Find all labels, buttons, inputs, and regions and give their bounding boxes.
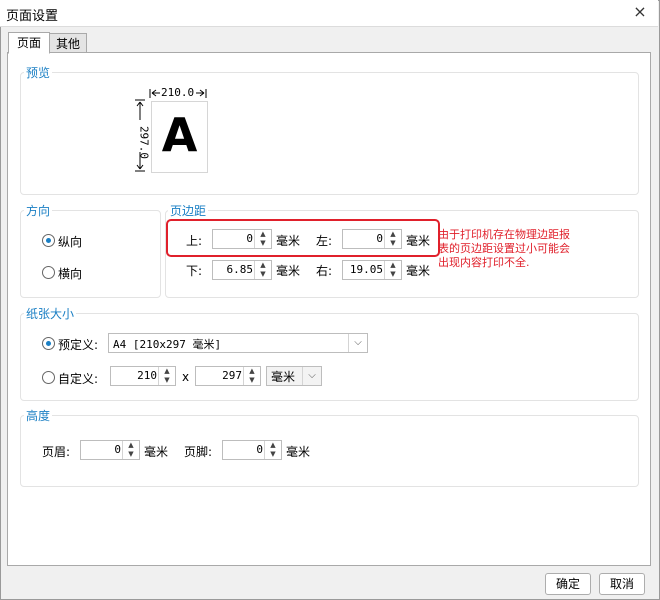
margin-top-unit: 毫米 — [276, 234, 301, 248]
footer-height-value[interactable]: 0 — [256, 443, 263, 456]
preview-group — [20, 72, 639, 195]
paper-predefined-select[interactable]: A4 [210x297 毫米] ⌵ — [108, 333, 368, 353]
title-bar: 页面设置 × — [0, 0, 658, 27]
chevron-up-icon[interactable]: ▲ — [255, 261, 271, 270]
paper-custom-height-stepper[interactable]: 297 ▲ ▼ — [195, 366, 261, 386]
margin-left-stepper[interactable]: 0 ▲ ▼ — [342, 229, 402, 249]
chevron-up-icon[interactable]: ▲ — [385, 230, 401, 239]
preview-letter: A — [161, 108, 198, 162]
orientation-group-label: 方向 — [24, 202, 53, 219]
paper-custom-height-value[interactable]: 297 — [222, 369, 242, 382]
ok-button[interactable]: 确定 — [545, 573, 591, 595]
margin-bottom-value[interactable]: 6.85 — [227, 263, 254, 276]
margins-group-label: 页边距 — [168, 202, 209, 219]
tab-other[interactable]: 其他 — [49, 33, 87, 54]
margin-bottom-unit: 毫米 — [276, 264, 301, 278]
margin-right-unit: 毫米 — [406, 264, 431, 278]
paper-custom-width-value[interactable]: 210 — [137, 369, 157, 382]
margin-right-label: 右: — [316, 264, 333, 278]
chevron-up-icon[interactable]: ▲ — [265, 441, 281, 450]
cancel-button[interactable]: 取消 — [599, 573, 645, 595]
chevron-down-icon[interactable]: ⌵ — [302, 367, 321, 385]
height-group-label: 高度 — [24, 407, 53, 424]
close-icon[interactable]: × — [630, 2, 650, 22]
chevron-up-icon[interactable]: ▲ — [385, 261, 401, 270]
paper-custom-radio[interactable] — [42, 371, 55, 384]
margin-top-stepper[interactable]: 0 ▲ ▼ — [212, 229, 272, 249]
margin-bottom-stepper[interactable]: 6.85 ▲ ▼ — [212, 260, 272, 280]
chevron-down-icon[interactable]: ▼ — [123, 450, 139, 459]
margin-warning-note: 由于打印机存在物理边距报表的页边距设置过小可能会出现内容打印不全. — [438, 228, 570, 269]
orientation-portrait-label[interactable]: 纵向 — [58, 233, 82, 250]
footer-height-unit: 毫米 — [286, 445, 311, 459]
margin-left-value[interactable]: 0 — [376, 232, 383, 245]
chevron-up-icon[interactable]: ▲ — [159, 367, 175, 376]
margin-bottom-label: 下: — [186, 264, 203, 278]
chevron-up-icon[interactable]: ▲ — [255, 230, 271, 239]
header-height-label: 页眉: — [42, 445, 71, 459]
header-height-stepper[interactable]: 0 ▲ ▼ — [80, 440, 140, 460]
paper-predefined-label[interactable]: 预定义: — [58, 336, 98, 353]
paper-custom-unit-select[interactable]: 毫米 ⌵ — [266, 366, 322, 386]
margin-top-label: 上: — [186, 234, 203, 248]
paper-size-group-label: 纸张大小 — [24, 305, 77, 322]
orientation-group — [20, 210, 161, 298]
chevron-down-icon[interactable]: ▼ — [159, 376, 175, 385]
chevron-up-icon[interactable]: ▲ — [244, 367, 260, 376]
paper-predefined-value: A4 [210x297 毫米] — [113, 338, 222, 351]
orientation-landscape-radio[interactable] — [42, 266, 55, 279]
footer-height-label: 页脚: — [184, 445, 213, 459]
preview-height-label: 297.0 — [137, 125, 151, 160]
paper-predefined-radio[interactable] — [42, 337, 55, 350]
chevron-down-icon[interactable]: ▼ — [385, 239, 401, 248]
margin-right-value[interactable]: 19.05 — [350, 263, 383, 276]
chevron-down-icon[interactable]: ▼ — [244, 376, 260, 385]
chevron-down-icon[interactable]: ⌵ — [348, 334, 367, 352]
preview-width-label: 210.0 — [161, 86, 195, 99]
margin-left-label: 左: — [316, 234, 333, 248]
tab-page[interactable]: 页面 — [8, 32, 50, 54]
orientation-portrait-radio[interactable] — [42, 234, 55, 247]
chevron-down-icon[interactable]: ▼ — [255, 270, 271, 279]
margin-right-stepper[interactable]: 19.05 ▲ ▼ — [342, 260, 402, 280]
paper-custom-label[interactable]: 自定义: — [58, 370, 98, 387]
window-title: 页面设置 — [6, 9, 59, 24]
paper-custom-unit-value: 毫米 — [271, 370, 296, 384]
paper-custom-times: x — [182, 370, 190, 384]
preview-group-label: 预览 — [24, 64, 53, 81]
header-height-unit: 毫米 — [144, 445, 169, 459]
chevron-up-icon[interactable]: ▲ — [123, 441, 139, 450]
margin-left-unit: 毫米 — [406, 234, 431, 248]
paper-custom-width-stepper[interactable]: 210 ▲ ▼ — [110, 366, 176, 386]
paper-size-group — [20, 313, 639, 401]
orientation-landscape-label[interactable]: 横向 — [58, 265, 82, 282]
chevron-down-icon[interactable]: ▼ — [255, 239, 271, 248]
margin-top-value[interactable]: 0 — [246, 232, 253, 245]
chevron-down-icon[interactable]: ▼ — [265, 450, 281, 459]
chevron-down-icon[interactable]: ▼ — [385, 270, 401, 279]
header-height-value[interactable]: 0 — [114, 443, 121, 456]
footer-height-stepper[interactable]: 0 ▲ ▼ — [222, 440, 282, 460]
preview-paper: A — [151, 101, 208, 173]
